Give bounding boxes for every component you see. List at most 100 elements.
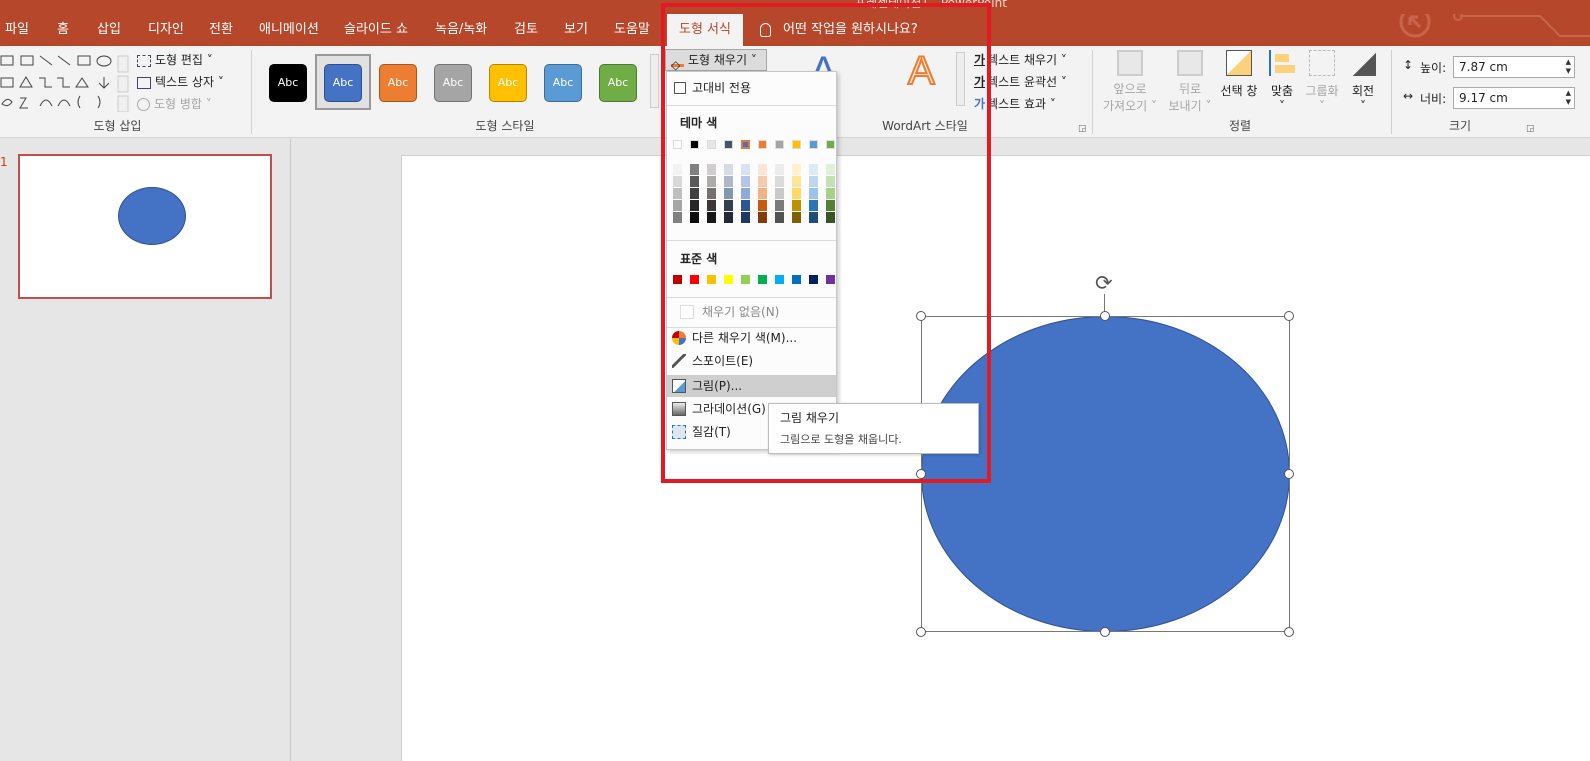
align-button[interactable]: 맞춤 ˅ bbox=[1266, 50, 1298, 113]
size-dialog-launcher-icon[interactable]: ◲ bbox=[1526, 124, 1535, 134]
edit-shape-button[interactable]: 도형 편집 ˅ bbox=[137, 51, 213, 68]
theme-shade-swatch[interactable] bbox=[707, 188, 716, 199]
theme-shade-swatch[interactable] bbox=[690, 188, 699, 199]
shape-style-preset[interactable]: Abc bbox=[599, 64, 637, 102]
theme-shade-swatch[interactable] bbox=[690, 176, 699, 187]
theme-color-swatch[interactable] bbox=[792, 140, 801, 149]
picture-fill-option[interactable]: 그림(P)... bbox=[667, 375, 836, 397]
standard-color-swatch[interactable] bbox=[792, 275, 801, 284]
shape-style-preset[interactable]: Abc bbox=[269, 64, 307, 102]
theme-shade-swatch[interactable] bbox=[809, 188, 818, 199]
theme-shade-swatch[interactable] bbox=[809, 176, 818, 187]
theme-shade-swatch[interactable] bbox=[741, 200, 750, 211]
theme-color-swatch[interactable] bbox=[707, 140, 716, 149]
tab-view[interactable]: 보기 bbox=[564, 14, 588, 46]
more-fill-colors-option[interactable]: 다른 채우기 색(M)... bbox=[667, 327, 836, 349]
theme-color-swatch[interactable] bbox=[809, 140, 818, 149]
theme-shade-swatch[interactable] bbox=[809, 200, 818, 211]
theme-shade-swatch[interactable] bbox=[826, 176, 835, 187]
shape-style-preset[interactable]: Abc bbox=[544, 64, 582, 102]
resize-handle[interactable] bbox=[1284, 311, 1294, 321]
rotate-button[interactable]: 회전 ˅ bbox=[1345, 50, 1381, 113]
theme-shade-swatch[interactable] bbox=[724, 200, 733, 211]
theme-shade-swatch[interactable] bbox=[758, 176, 767, 187]
rotate-handle-icon[interactable]: ⟳ bbox=[1095, 272, 1113, 294]
text-box-button[interactable]: 텍스트 상자 ˅ bbox=[137, 73, 224, 90]
standard-color-swatch[interactable] bbox=[707, 275, 716, 284]
tab-insert[interactable]: 삽입 bbox=[97, 14, 121, 46]
shape-style-preset[interactable]: Abc bbox=[324, 64, 362, 102]
resize-handle[interactable] bbox=[916, 627, 926, 637]
wordart-gallery-scroll[interactable] bbox=[956, 52, 965, 106]
theme-shade-swatch[interactable] bbox=[826, 164, 835, 175]
theme-shade-swatch[interactable] bbox=[792, 176, 801, 187]
standard-color-swatch[interactable] bbox=[690, 275, 699, 284]
tab-home[interactable]: 홈 bbox=[57, 14, 69, 46]
theme-shade-swatch[interactable] bbox=[673, 188, 682, 199]
theme-color-swatch[interactable] bbox=[741, 140, 750, 149]
theme-shade-swatch[interactable] bbox=[775, 200, 784, 211]
theme-shade-swatch[interactable] bbox=[758, 212, 767, 223]
theme-color-swatch[interactable] bbox=[826, 140, 835, 149]
styles-gallery-scroll[interactable] bbox=[650, 54, 659, 108]
theme-color-swatch[interactable] bbox=[758, 140, 767, 149]
resize-handle[interactable] bbox=[1284, 627, 1294, 637]
theme-shade-swatch[interactable] bbox=[775, 164, 784, 175]
theme-shade-swatch[interactable] bbox=[673, 176, 682, 187]
tell-me-box[interactable]: 어떤 작업을 원하시나요? bbox=[760, 14, 918, 46]
height-spinner-arrows[interactable]: ▲ ▼ bbox=[1566, 58, 1571, 76]
theme-shade-swatch[interactable] bbox=[690, 164, 699, 175]
resize-handle[interactable] bbox=[1284, 469, 1294, 479]
text-outline-button[interactable]: 가 텍스트 윤곽선 ˅ bbox=[974, 73, 1067, 90]
theme-shade-swatch[interactable] bbox=[826, 212, 835, 223]
theme-shade-swatch[interactable] bbox=[741, 164, 750, 175]
resize-handle[interactable] bbox=[1100, 627, 1110, 637]
shape-gallery[interactable] bbox=[0, 54, 130, 112]
theme-shade-swatch[interactable] bbox=[673, 212, 682, 223]
theme-shade-swatch[interactable] bbox=[758, 188, 767, 199]
group-button[interactable]: 그룹화 ˅ bbox=[1302, 50, 1342, 113]
standard-color-swatch[interactable] bbox=[724, 275, 733, 284]
shape-style-preset[interactable]: Abc bbox=[489, 64, 527, 102]
theme-shade-swatch[interactable] bbox=[792, 200, 801, 211]
theme-shade-swatch[interactable] bbox=[741, 188, 750, 199]
tab-review[interactable]: 검토 bbox=[514, 14, 538, 46]
wordart-dialog-launcher-icon[interactable]: ◲ bbox=[1078, 124, 1087, 134]
theme-shade-swatch[interactable] bbox=[724, 212, 733, 223]
theme-shade-swatch[interactable] bbox=[741, 176, 750, 187]
theme-shade-swatch[interactable] bbox=[673, 164, 682, 175]
wordart-sample-orange[interactable]: A bbox=[907, 48, 936, 94]
theme-shade-swatch[interactable] bbox=[707, 200, 716, 211]
theme-shade-swatch[interactable] bbox=[690, 200, 699, 211]
height-input[interactable]: 7.87 cm ▲ ▼ bbox=[1453, 56, 1575, 78]
standard-color-swatch[interactable] bbox=[826, 275, 835, 284]
text-fill-button[interactable]: 가 텍스트 채우기 ˅ bbox=[974, 51, 1067, 68]
tab-file[interactable]: 파일 bbox=[5, 14, 29, 46]
theme-shade-swatch[interactable] bbox=[724, 188, 733, 199]
tab-animations[interactable]: 애니메이션 bbox=[259, 14, 319, 46]
text-effects-button[interactable]: 가 텍스트 효과 ˅ bbox=[974, 95, 1056, 112]
tab-slideshow[interactable]: 슬라이드 쇼 bbox=[344, 14, 408, 46]
theme-shade-swatch[interactable] bbox=[775, 176, 784, 187]
resize-handle[interactable] bbox=[916, 311, 926, 321]
merge-shapes-button[interactable]: 도형 병합 ˅ bbox=[137, 95, 212, 112]
standard-color-swatch[interactable] bbox=[809, 275, 818, 284]
standard-color-swatch[interactable] bbox=[775, 275, 784, 284]
bring-forward-button[interactable]: 앞으로 가져오기 ˅ bbox=[1100, 50, 1160, 114]
standard-color-swatch[interactable] bbox=[758, 275, 767, 284]
theme-shade-swatch[interactable] bbox=[758, 200, 767, 211]
theme-shade-swatch[interactable] bbox=[724, 164, 733, 175]
standard-color-swatch[interactable] bbox=[741, 275, 750, 284]
width-input[interactable]: 9.17 cm ▲ ▼ bbox=[1453, 87, 1575, 109]
theme-shade-swatch[interactable] bbox=[724, 176, 733, 187]
theme-shade-swatch[interactable] bbox=[826, 200, 835, 211]
tab-help[interactable]: 도움말 bbox=[614, 14, 650, 46]
theme-shade-swatch[interactable] bbox=[792, 212, 801, 223]
shape-fill-button[interactable]: ◇ 도형 채우기 ˅ bbox=[665, 49, 767, 72]
width-spinner-arrows[interactable]: ▲ ▼ bbox=[1566, 89, 1571, 107]
selection-pane-button[interactable]: 선택 창 bbox=[1214, 50, 1264, 99]
theme-shade-swatch[interactable] bbox=[707, 176, 716, 187]
theme-color-swatch[interactable] bbox=[724, 140, 733, 149]
theme-color-swatch[interactable] bbox=[690, 140, 699, 149]
theme-shade-swatch[interactable] bbox=[741, 212, 750, 223]
